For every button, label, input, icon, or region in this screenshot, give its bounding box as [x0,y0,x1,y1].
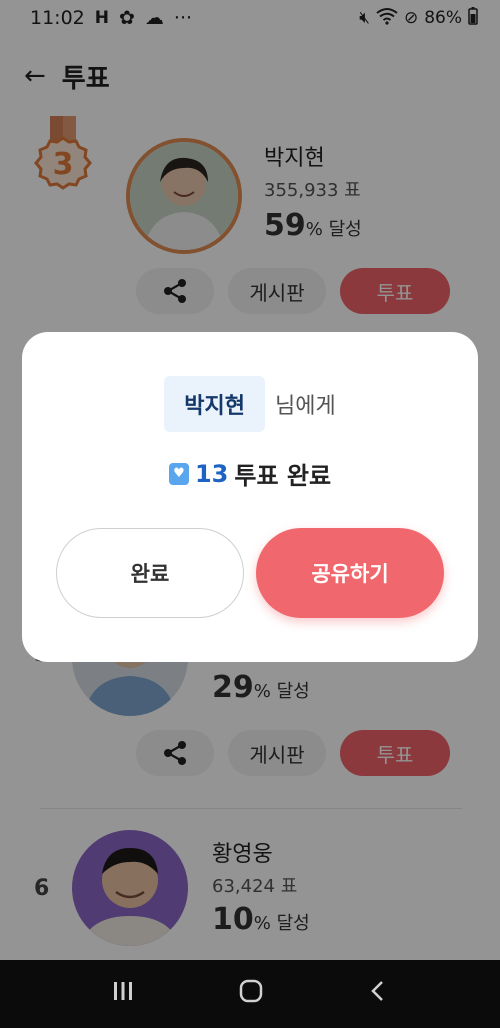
heart-icon: ♥ [168,462,189,485]
done-button[interactable]: 완료 [56,528,244,618]
vote-complete-dialog: 박지현 님에게 ♥ 13 투표 완료 완료 공유하기 [22,332,478,662]
system-nav-bar [0,960,500,1028]
home-icon[interactable] [238,978,264,1011]
vote-count: 13 [194,459,229,488]
recent-apps-icon[interactable] [112,979,134,1009]
vote-complete-text: 투표 완료 [234,462,332,490]
recipient-suffix: 님에게 [275,394,336,419]
share-dialog-button[interactable]: 공유하기 [256,528,444,618]
recipient-name-chip: 박지현 [164,376,265,432]
dialog-recipient-row: 박지현 님에게 [22,376,478,432]
back-nav-icon[interactable] [368,979,388,1010]
dialog-message: ♥ 13 투표 완료 [22,456,478,491]
